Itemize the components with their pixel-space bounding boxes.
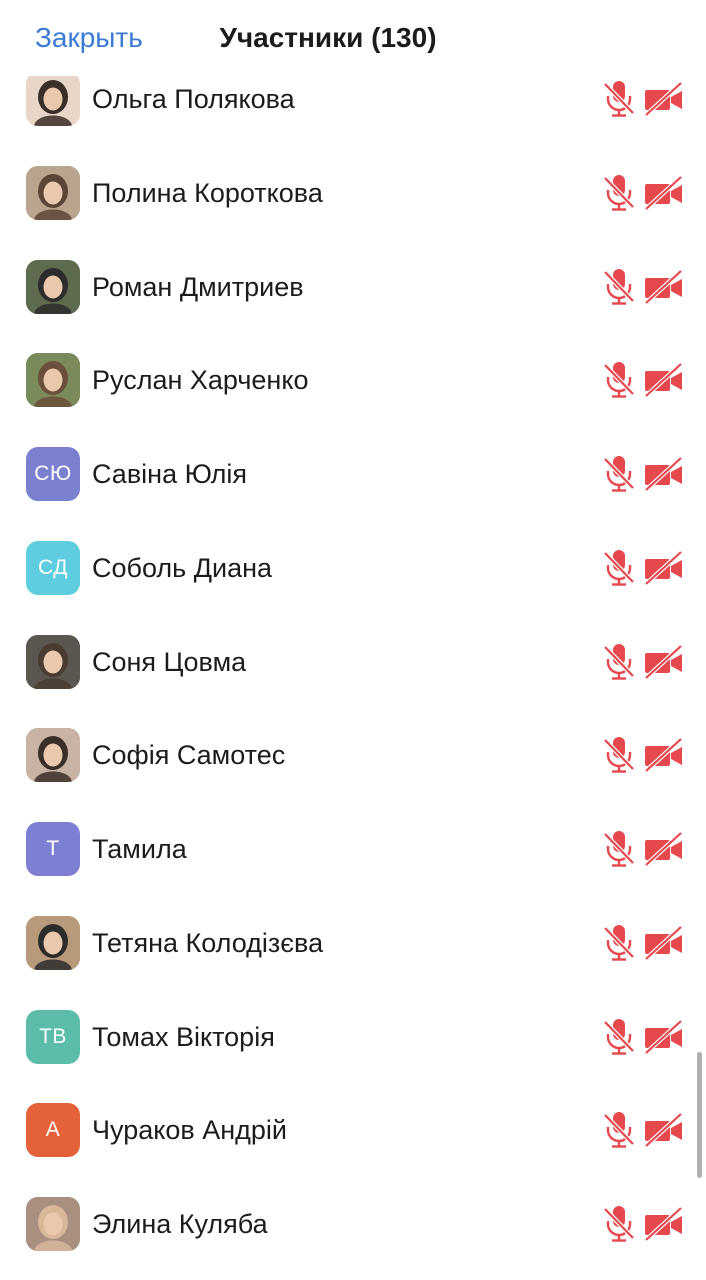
muted-mic-icon[interactable]: [602, 547, 636, 587]
avatar: [26, 1197, 80, 1251]
participant-row[interactable]: Софія Самотес: [0, 708, 706, 802]
video-off-icon[interactable]: [644, 78, 684, 118]
avatar: А: [26, 1103, 80, 1158]
muted-mic-icon[interactable]: [602, 266, 636, 306]
participant-row[interactable]: Соня Цовма: [0, 615, 706, 709]
video-off-icon[interactable]: [644, 641, 684, 681]
participant-name: Полина Короткова: [92, 177, 323, 208]
video-off-icon[interactable]: [644, 1109, 684, 1149]
avatar: [26, 728, 80, 783]
participant-name: Соболь Диана: [92, 552, 273, 583]
video-off-icon[interactable]: [644, 359, 684, 399]
muted-mic-icon[interactable]: [602, 78, 636, 118]
participant-row[interactable]: Роман Дмитриев: [0, 240, 706, 334]
participant-name: Савіна Юлія: [92, 459, 248, 489]
muted-mic-icon[interactable]: [602, 359, 636, 399]
participant-name: Томах Вікторія: [92, 1021, 275, 1052]
participants-screen: Закрыть Участники (130) Ольга Полякова П…: [0, 0, 706, 1280]
video-off-icon[interactable]: [644, 266, 684, 306]
participant-row[interactable]: А Чураков Андрій: [0, 1083, 706, 1177]
participant-row[interactable]: Тетяна Колодізєва: [0, 896, 706, 990]
avatar: СЮ: [26, 447, 80, 501]
header: Закрыть Участники (130): [0, 0, 706, 76]
avatar: ТВ: [26, 1009, 80, 1064]
avatar: Т: [26, 822, 80, 876]
page-title: Участники (130): [219, 22, 437, 53]
participant-name: Соня Цовма: [92, 646, 247, 677]
participant-name: Тетяна Колодізєва: [92, 927, 324, 958]
video-off-icon[interactable]: [644, 828, 684, 868]
participant-row[interactable]: Руслан Харченко: [0, 333, 706, 427]
muted-mic-icon[interactable]: [602, 1109, 636, 1149]
participant-row[interactable]: СД Соболь Диана: [0, 521, 706, 615]
avatar-initials: Т: [46, 837, 60, 860]
avatar: [26, 72, 80, 126]
participant-name: Руслан Харченко: [92, 365, 309, 396]
participant-list[interactable]: Ольга Полякова Полина Короткова Роман Дм…: [0, 52, 706, 1271]
video-off-icon[interactable]: [644, 922, 684, 962]
muted-mic-icon[interactable]: [602, 172, 636, 212]
avatar: [26, 165, 80, 220]
participant-row[interactable]: Т Тамила: [0, 802, 706, 896]
participant-name: Элина Куляба: [92, 1209, 268, 1239]
participant-name: Тамила: [92, 834, 187, 864]
participant-row[interactable]: СЮ Савіна Юлія: [0, 427, 706, 521]
avatar: СД: [26, 540, 80, 595]
participant-row[interactable]: Элина Куляба: [0, 1177, 706, 1271]
participant-row[interactable]: ТВ Томах Вікторія: [0, 990, 706, 1084]
participant-row[interactable]: Полина Короткова: [0, 146, 706, 240]
avatar: [26, 259, 80, 314]
avatar: [26, 353, 80, 408]
muted-mic-icon[interactable]: [602, 641, 636, 681]
avatar: [26, 915, 80, 970]
participant-name: Софія Самотес: [92, 740, 286, 771]
muted-mic-icon[interactable]: [602, 1203, 636, 1243]
video-off-icon[interactable]: [644, 734, 684, 774]
video-off-icon[interactable]: [644, 547, 684, 587]
avatar-initials: ТВ: [39, 1024, 67, 1048]
avatar-initials: СД: [38, 555, 68, 579]
video-off-icon[interactable]: [644, 172, 684, 212]
participant-name: Роман Дмитриев: [92, 271, 304, 302]
video-off-icon[interactable]: [644, 1016, 684, 1056]
muted-mic-icon[interactable]: [602, 453, 636, 493]
muted-mic-icon[interactable]: [602, 922, 636, 962]
participant-name: Ольга Полякова: [92, 84, 295, 114]
video-off-icon[interactable]: [644, 1203, 684, 1243]
muted-mic-icon[interactable]: [602, 1016, 636, 1056]
muted-mic-icon[interactable]: [602, 828, 636, 868]
avatar-initials: СЮ: [34, 462, 72, 485]
avatar-initials: А: [45, 1118, 61, 1142]
video-off-icon[interactable]: [644, 453, 684, 493]
avatar: [26, 634, 80, 689]
muted-mic-icon[interactable]: [602, 734, 636, 774]
participant-name: Чураков Андрій: [92, 1115, 287, 1146]
scrollbar[interactable]: [697, 1052, 702, 1178]
